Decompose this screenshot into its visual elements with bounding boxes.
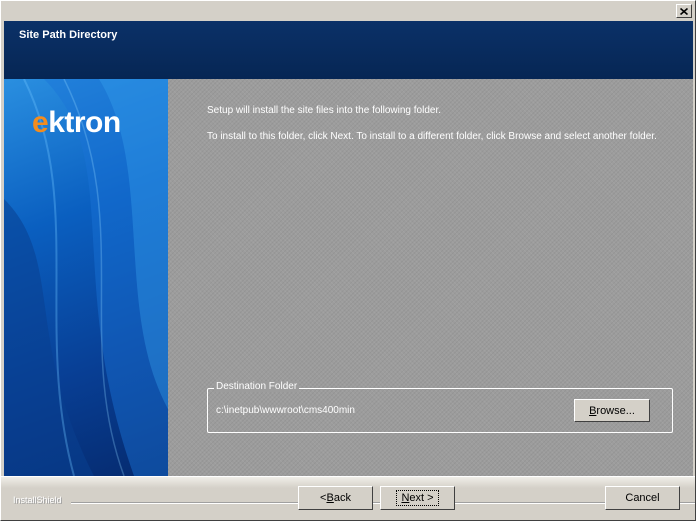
back-button[interactable]: < Back bbox=[298, 486, 373, 510]
dialog-footer: InstallShield < Back Next > Cancel bbox=[1, 476, 695, 520]
close-button[interactable] bbox=[676, 4, 692, 18]
page-title: Site Path Directory bbox=[19, 29, 118, 41]
title-bar bbox=[1, 1, 695, 21]
cancel-button[interactable]: Cancel bbox=[605, 486, 680, 510]
ektron-logo: ektron bbox=[32, 106, 121, 139]
installshield-brand: InstallShield bbox=[13, 495, 62, 505]
instruction-message: To install to this folder, click Next. T… bbox=[207, 131, 657, 142]
close-x-icon bbox=[680, 7, 688, 15]
destination-folder-legend: Destination Folder bbox=[214, 381, 300, 392]
content-panel: Setup will install the site files into t… bbox=[168, 79, 693, 476]
next-button[interactable]: Next > bbox=[380, 486, 455, 510]
side-banner: ektron bbox=[4, 79, 168, 476]
dialog-header: Site Path Directory bbox=[4, 21, 693, 79]
installer-window: Site Path Directory ektron Setup will in… bbox=[0, 0, 696, 521]
destination-folder-group: Destination Folder c:\inetpub\wwwroot\cm… bbox=[207, 381, 673, 433]
destination-path: c:\inetpub\wwwroot\cms400min bbox=[216, 405, 355, 416]
intro-message: Setup will install the site files into t… bbox=[207, 105, 442, 116]
browse-button[interactable]: Browse... bbox=[574, 399, 650, 422]
